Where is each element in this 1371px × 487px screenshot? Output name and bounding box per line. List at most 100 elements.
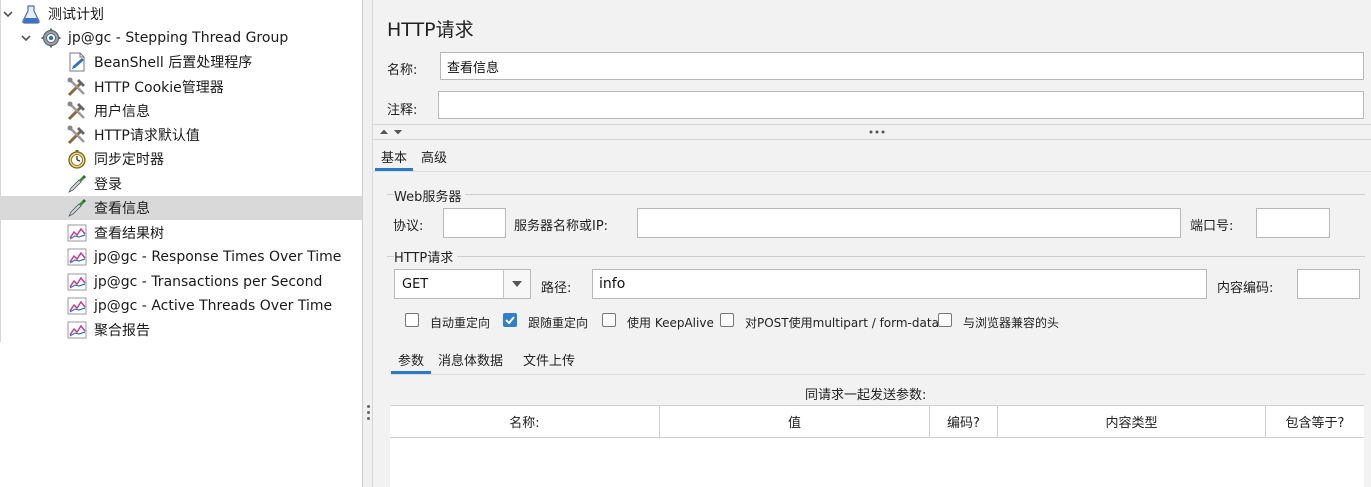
checkmark-icon (505, 316, 515, 325)
encoding-label: 内容编码: (1217, 281, 1274, 296)
method-select[interactable]: GET (394, 269, 531, 299)
encoding-input[interactable] (1297, 269, 1360, 299)
tab-basic[interactable]: 基本 (381, 147, 407, 166)
server-label: 服务器名称或IP: (514, 219, 609, 234)
grip-dot (367, 405, 370, 408)
http-request-panel: HTTP请求 名称: 查看信息 注释: 基本 高级 Web服务器 协议: 服务器… (373, 0, 1371, 487)
params-caption: 同请求一起发送参数: (805, 388, 927, 403)
tree-item-label: jp@gc - Transactions per Second (94, 274, 323, 290)
tree-item-label: jp@gc - Active Threads Over Time (94, 298, 333, 314)
name-input[interactable]: 查看信息 (440, 52, 1364, 80)
grip-dot (367, 411, 370, 414)
column-header-encode[interactable]: 编码? (930, 406, 998, 437)
multipart-label: 对POST使用multipart / form-data (745, 316, 939, 330)
config-tools-icon (67, 125, 85, 145)
comment-input[interactable] (438, 91, 1364, 119)
tree-item-sync-timer[interactable]: 同步定时器 (66, 147, 362, 171)
beanshell-script-icon (69, 52, 85, 72)
tree-item-view-results-tree[interactable]: 查看结果树 (66, 221, 362, 245)
port-input[interactable] (1256, 208, 1330, 238)
tree-item-label: 查看结果树 (94, 226, 164, 242)
tree-item-stepping-thread-group[interactable]: jp@gc - Stepping Thread Group (20, 26, 362, 50)
tree-item-http-defaults[interactable]: HTTP请求默认值 (66, 123, 362, 147)
listener-graph-icon (67, 248, 87, 266)
tree-item-label: 用户信息 (94, 104, 150, 120)
auto-redirect-label: 自动重定向 (430, 316, 491, 330)
group-border (387, 194, 1365, 195)
timer-stopwatch-icon (68, 150, 86, 169)
column-header-content-type[interactable]: 内容类型 (998, 406, 1266, 437)
tree-item-aggregate-report[interactable]: 聚合报告 (66, 318, 362, 342)
follow-redirect-label: 跟随重定向 (528, 316, 589, 330)
tree-item-view-info[interactable]: 查看信息 (0, 196, 362, 220)
path-label: 路径: (541, 281, 572, 296)
tree-item-label: 登录 (94, 177, 122, 193)
tree-item-label: jp@gc - Stepping Thread Group (68, 30, 289, 46)
test-plan-tree: 测试计划 jp@gc - Stepping Thread Group BeanS… (0, 0, 362, 487)
chevron-down-icon[interactable] (20, 32, 32, 44)
drag-handle-icon[interactable] (869, 130, 885, 134)
tab-files-upload[interactable]: 文件上传 (523, 350, 575, 369)
tree-item-beanshell-postprocessor[interactable]: BeanShell 后置处理程序 (66, 50, 362, 74)
tree-item-test-plan[interactable]: 测试计划 (0, 2, 362, 26)
config-tools-icon (67, 77, 85, 97)
multipart-checkbox[interactable] (720, 313, 734, 327)
thread-group-gear-icon (41, 28, 61, 48)
split-pane-divider[interactable] (362, 0, 373, 487)
server-input[interactable] (637, 208, 1181, 238)
column-header-include-equals[interactable]: 包含等于? (1266, 406, 1364, 437)
table-header-divider (390, 437, 1364, 438)
chevron-down-icon[interactable] (2, 8, 14, 20)
column-header-name[interactable]: 名称: (390, 406, 660, 437)
tree-item-label: 同步定时器 (94, 152, 164, 168)
name-label: 名称: (387, 63, 418, 78)
grip-dot (367, 417, 370, 420)
tab-body-data[interactable]: 消息体数据 (438, 350, 503, 369)
group-border (387, 256, 1365, 257)
chevron-down-icon (512, 281, 522, 287)
browser-headers-checkbox[interactable] (938, 313, 952, 327)
test-plan-flask-icon (22, 5, 40, 24)
tree-item-label: BeanShell 后置处理程序 (94, 55, 253, 71)
config-tools-icon (67, 101, 85, 121)
web-server-group-title: Web服务器 (394, 186, 466, 205)
sampler-pipette-icon (68, 199, 86, 217)
tree-item-label: 聚合报告 (94, 323, 150, 339)
method-dropdown-button[interactable] (503, 270, 530, 298)
tree-item-user-info[interactable]: 用户信息 (66, 99, 362, 123)
tab-advanced[interactable]: 高级 (421, 147, 447, 166)
separator (373, 124, 1371, 125)
protocol-label: 协议: (393, 219, 424, 234)
auto-redirect-checkbox[interactable] (405, 313, 419, 327)
listener-graph-icon (67, 321, 87, 339)
port-label: 端口号: (1190, 219, 1234, 234)
tree-item-label: HTTP请求默认值 (94, 128, 200, 144)
keepalive-checkbox[interactable] (602, 313, 616, 327)
column-header-value[interactable]: 值 (660, 406, 930, 437)
page-title: HTTP请求 (387, 19, 474, 41)
collapse-arrows-icon[interactable] (379, 128, 405, 136)
follow-redirect-checkbox[interactable] (503, 313, 517, 327)
sampler-pipette-icon (68, 175, 86, 193)
path-input[interactable]: info (592, 269, 1207, 299)
tree-item-transactions-per-second[interactable]: jp@gc - Transactions per Second (66, 270, 362, 294)
tree-item-label: 测试计划 (48, 7, 104, 23)
separator (373, 139, 1371, 140)
http-request-group-title: HTTP请求 (394, 247, 458, 266)
tree-item-label: HTTP Cookie管理器 (94, 80, 224, 96)
tree-item-cookie-manager[interactable]: HTTP Cookie管理器 (66, 75, 362, 99)
protocol-input[interactable] (443, 208, 506, 238)
browser-headers-label: 与浏览器兼容的头 (963, 316, 1060, 330)
comment-label: 注释: (387, 103, 418, 118)
listener-graph-icon (67, 273, 87, 291)
tree-item-label: jp@gc - Response Times Over Time (94, 249, 342, 265)
tree-guide-line (0, 0, 1, 342)
tree-item-active-threads[interactable]: jp@gc - Active Threads Over Time (66, 294, 362, 318)
tab-parameters[interactable]: 参数 (398, 350, 424, 369)
tree-item-label: 查看信息 (94, 201, 150, 217)
separator (391, 374, 1365, 375)
tree-item-response-times[interactable]: jp@gc - Response Times Over Time (66, 245, 362, 269)
listener-graph-icon (67, 297, 87, 315)
tree-item-login[interactable]: 登录 (66, 172, 362, 196)
listener-graph-icon (67, 224, 87, 242)
